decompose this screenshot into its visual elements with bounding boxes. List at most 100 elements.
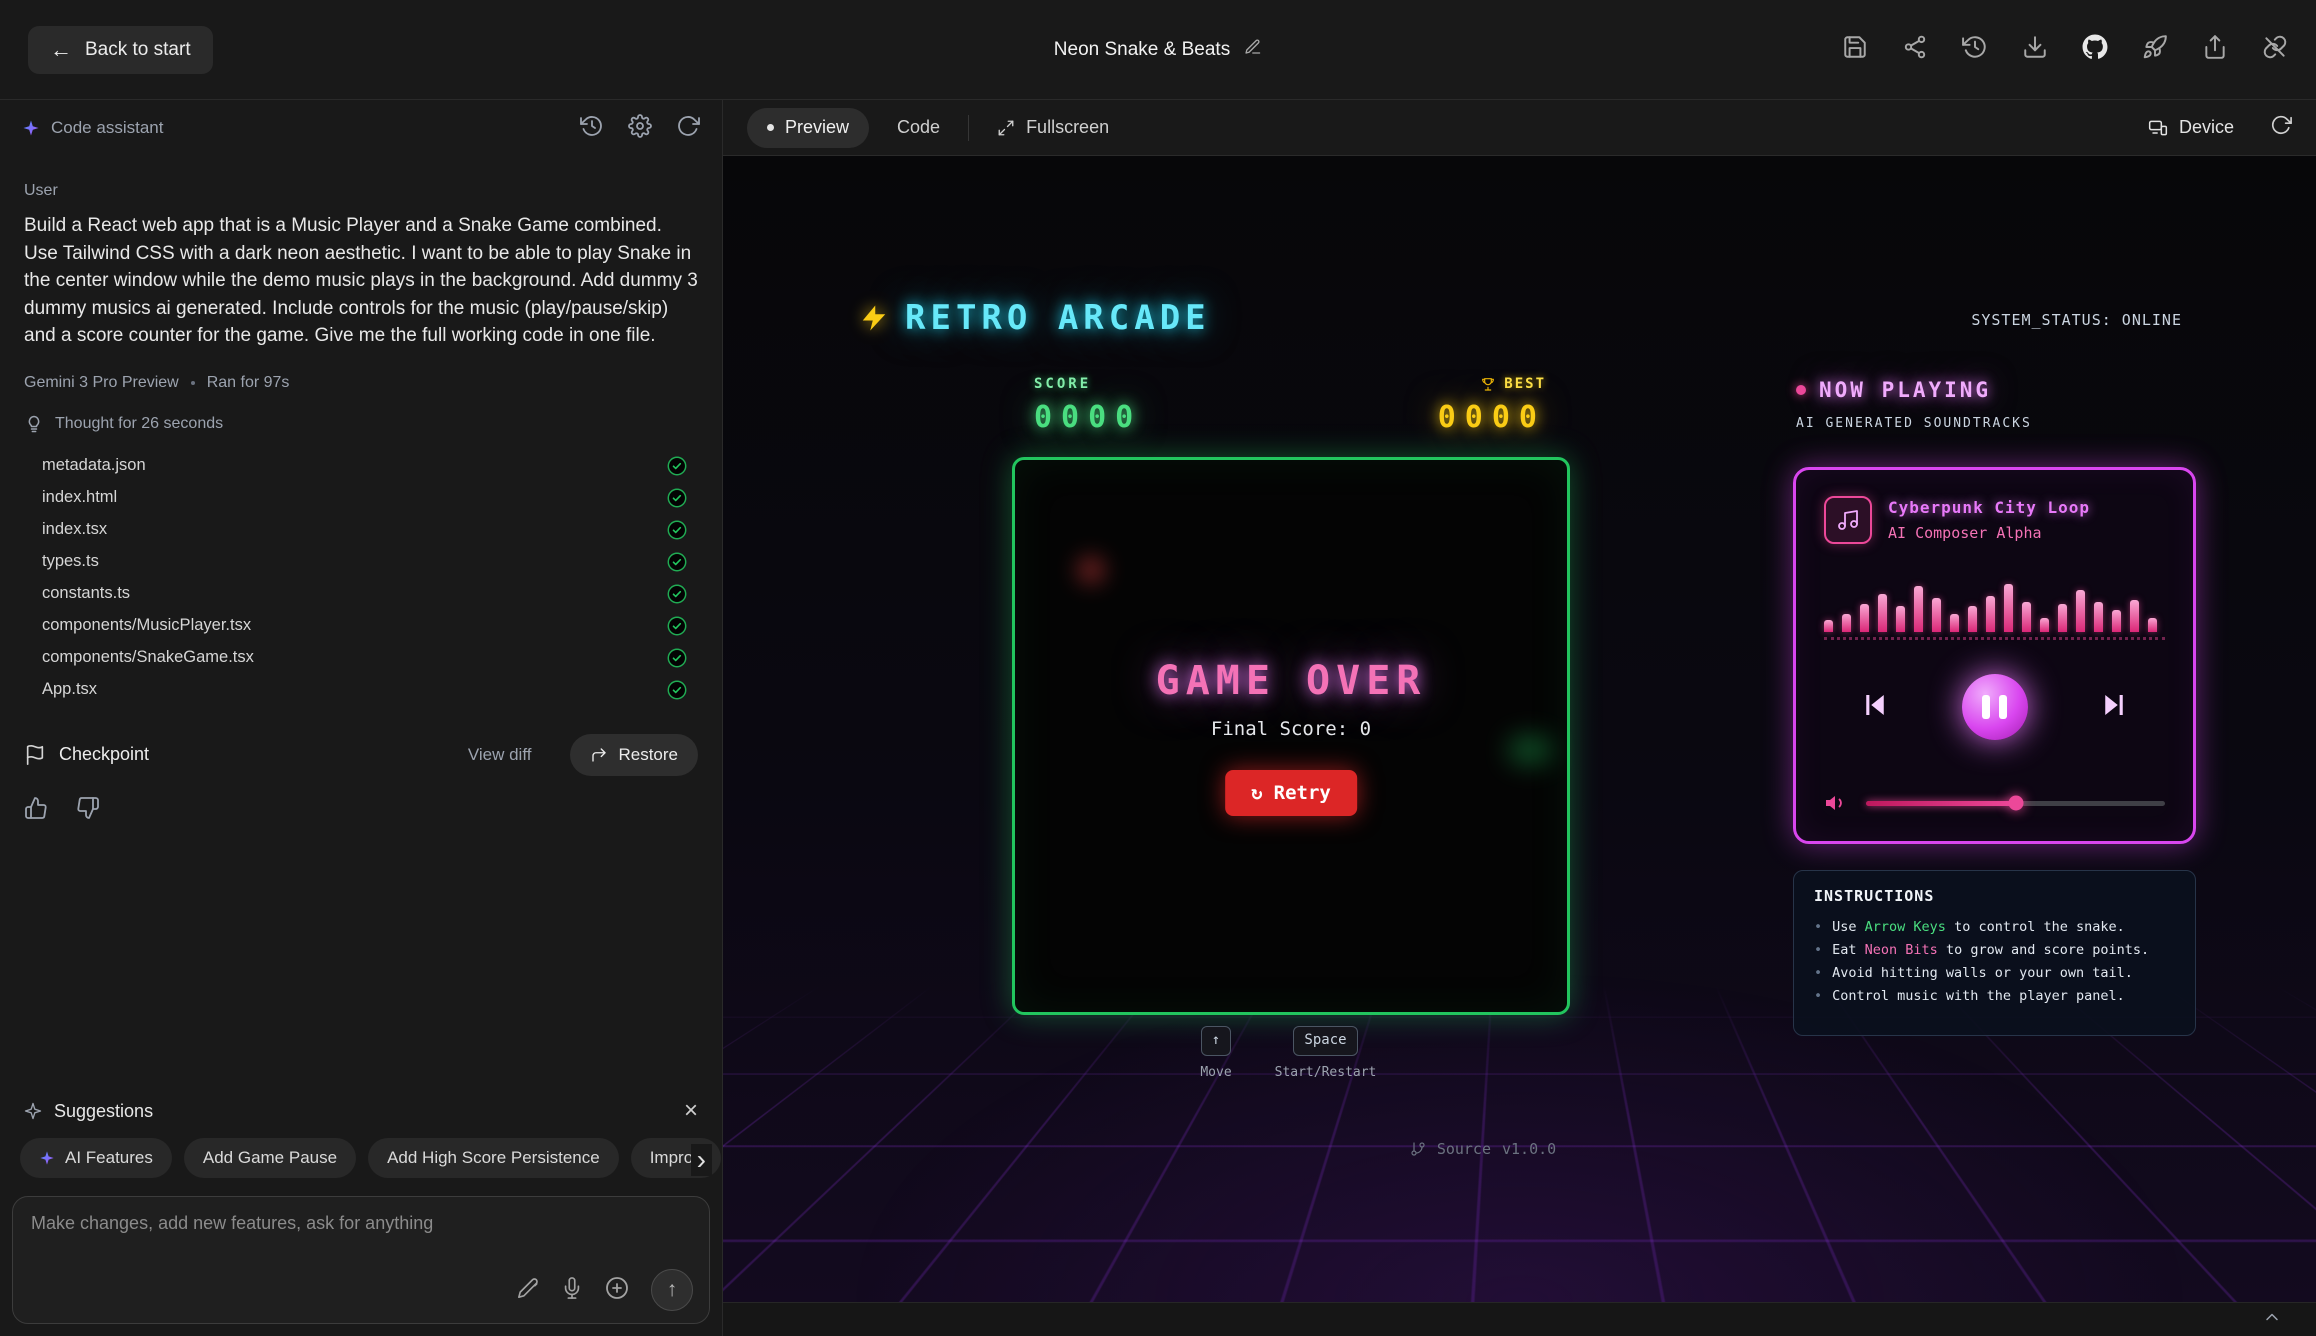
assistant-panel-header: Code assistant	[0, 100, 722, 156]
file-row[interactable]: constants.ts	[42, 578, 688, 610]
history-icon[interactable]	[580, 114, 604, 143]
view-diff-link[interactable]: View diff	[468, 745, 532, 765]
previous-track-icon[interactable]	[1860, 690, 1890, 724]
tab-code[interactable]: Code	[897, 117, 940, 138]
model-run-line: Gemini 3 Pro Preview Ran for 97s	[24, 374, 698, 392]
reload-preview-icon[interactable]	[2270, 114, 2292, 141]
history-icon[interactable]	[1962, 34, 1988, 65]
music-player-card: Cyberpunk City Loop AI Composer Alpha	[1793, 467, 2196, 844]
add-icon[interactable]	[605, 1276, 629, 1305]
snake-glow	[1509, 736, 1551, 764]
panel-bottom: Suggestions × AI Features Add Game Pause…	[0, 1090, 722, 1336]
user-prompt-text: Build a React web app that is a Music Pl…	[24, 212, 698, 350]
share-icon[interactable]	[2202, 34, 2228, 65]
restore-button[interactable]: Restore	[570, 734, 698, 776]
eq-bar	[1932, 598, 1941, 632]
eq-bar	[1914, 586, 1923, 632]
top-bar-actions	[1842, 34, 2288, 65]
device-button[interactable]: Device	[2148, 117, 2234, 138]
transport-controls	[1824, 674, 2165, 740]
checkpoint-label: Checkpoint	[59, 744, 149, 765]
eq-bar	[1860, 604, 1869, 632]
instruction-item: Control music with the player panel.	[1814, 985, 2175, 1008]
suggestion-chip-ai-features[interactable]: AI Features	[20, 1138, 172, 1178]
app-title-group: Neon Snake & Beats	[1054, 38, 1262, 62]
pause-icon	[1982, 695, 1990, 719]
file-name: components/MusicPlayer.tsx	[42, 616, 251, 635]
preview-bottom-bar	[723, 1302, 2316, 1336]
score-label: SCORE	[1034, 376, 1142, 392]
thumbs-down-icon[interactable]	[76, 796, 100, 825]
check-circle-icon	[666, 679, 688, 701]
retry-icon: ↻	[1251, 782, 1262, 804]
thumbs-up-icon[interactable]	[24, 796, 48, 825]
eq-bar	[2112, 610, 2121, 632]
file-row[interactable]: index.tsx	[42, 514, 688, 546]
mic-icon[interactable]	[561, 1277, 583, 1304]
eq-bar	[2040, 618, 2049, 632]
suggestion-chip-game-pause[interactable]: Add Game Pause	[184, 1138, 356, 1178]
tab-preview[interactable]: Preview	[747, 108, 869, 148]
chip-label: Add High Score Persistence	[387, 1148, 600, 1168]
restore-arrow-icon	[590, 746, 608, 764]
food-glow	[1077, 556, 1105, 584]
save-icon[interactable]	[1842, 34, 1868, 65]
volume-slider[interactable]	[1866, 801, 2165, 806]
lightbulb-icon	[24, 414, 44, 434]
chip-label: AI Features	[65, 1148, 153, 1168]
chat-thread: User Build a React web app that is a Mus…	[0, 156, 722, 1090]
check-circle-icon	[666, 551, 688, 573]
assistant-header-actions	[580, 114, 700, 143]
close-icon[interactable]: ×	[684, 1099, 698, 1123]
model-name: Gemini 3 Pro Preview	[24, 374, 179, 392]
final-score: Final Score: 0	[1015, 718, 1567, 740]
eq-bar	[2022, 602, 2031, 632]
edit-title-icon[interactable]	[1244, 38, 1262, 62]
device-label: Device	[2179, 117, 2234, 138]
suggestion-chip-high-score[interactable]: Add High Score Persistence	[368, 1138, 619, 1178]
github-icon[interactable]	[2082, 34, 2108, 65]
check-circle-icon	[666, 519, 688, 541]
top-bar: ← Back to start Neon Snake & Beats	[0, 0, 2316, 100]
app-preview-viewport: RETRO ARCADE SYSTEM_STATUS: ONLINE SCORE…	[723, 156, 2316, 1302]
file-row[interactable]: components/MusicPlayer.tsx	[42, 610, 688, 642]
retry-label: Retry	[1274, 782, 1331, 804]
settings-gear-icon[interactable]	[628, 114, 652, 143]
send-arrow-icon: ↑	[667, 1278, 678, 1302]
unlink-icon[interactable]	[2262, 34, 2288, 65]
playing-dot	[1796, 385, 1806, 395]
chips-scroll-right-icon[interactable]: ›	[691, 1144, 712, 1176]
checkpoint-row: Checkpoint View diff Restore	[24, 734, 698, 776]
pause-icon	[1999, 695, 2007, 719]
file-row[interactable]: index.html	[42, 482, 688, 514]
download-icon[interactable]	[2022, 34, 2048, 65]
rewrite-pen-icon[interactable]	[517, 1277, 539, 1304]
eq-bar	[2004, 584, 2013, 632]
eq-bar	[1968, 606, 1977, 632]
git-branch-icon	[1410, 1141, 1426, 1157]
play-pause-button[interactable]	[1962, 674, 2028, 740]
file-row[interactable]: components/SnakeGame.tsx	[42, 642, 688, 674]
refresh-icon[interactable]	[676, 114, 700, 143]
file-row[interactable]: metadata.json	[42, 450, 688, 482]
volume-thumb[interactable]	[2008, 796, 2023, 811]
eq-bar	[1986, 596, 1995, 632]
composer-input[interactable]	[31, 1213, 691, 1273]
fullscreen-icon	[997, 119, 1015, 137]
next-track-icon[interactable]	[2099, 690, 2129, 724]
now-playing-tagline: AI GENERATED SOUNDTRACKS	[1796, 416, 2032, 431]
retry-button[interactable]: ↻ Retry	[1225, 770, 1357, 816]
back-to-start-button[interactable]: ← Back to start	[28, 26, 213, 74]
run-duration: Ran for 97s	[207, 374, 290, 392]
file-row[interactable]: types.ts	[42, 546, 688, 578]
file-row[interactable]: App.tsx	[42, 674, 688, 706]
thought-summary-row[interactable]: Thought for 26 seconds	[24, 414, 698, 434]
snake-game-board[interactable]: GAME OVER Final Score: 0 ↻ Retry	[1012, 457, 1570, 1015]
check-circle-icon	[666, 647, 688, 669]
deploy-icon[interactable]	[2142, 34, 2168, 65]
send-button[interactable]: ↑	[651, 1269, 693, 1311]
fullscreen-button[interactable]: Fullscreen	[997, 117, 1109, 138]
preview-tab-label: Preview	[785, 117, 849, 138]
chevron-up-icon[interactable]	[2262, 1307, 2282, 1332]
fork-icon[interactable]	[1902, 34, 1928, 65]
